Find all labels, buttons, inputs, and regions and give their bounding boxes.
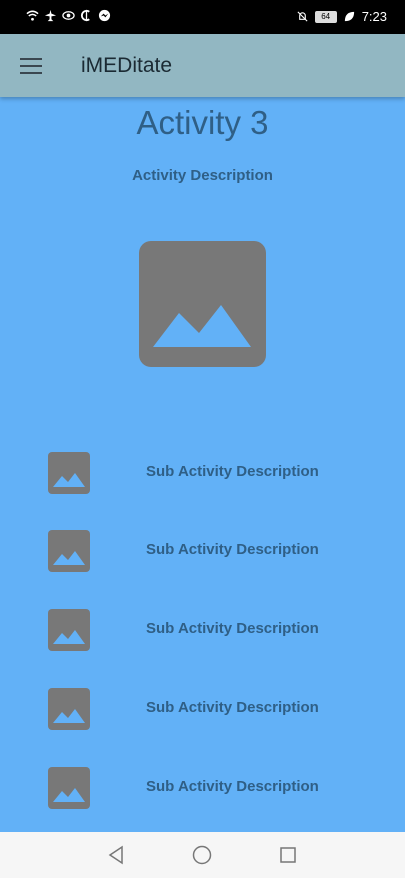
image-placeholder-icon xyxy=(53,709,85,723)
eye-icon xyxy=(62,11,75,20)
activity-description: Activity Description xyxy=(132,167,273,184)
image-placeholder-icon xyxy=(53,473,85,487)
sub-activity-thumbnail xyxy=(48,688,90,730)
list-item[interactable]: Sub Activity Description xyxy=(0,609,405,653)
sub-activity-thumbnail xyxy=(48,452,90,494)
hamburger-icon[interactable] xyxy=(20,56,44,76)
recents-square-icon[interactable] xyxy=(277,844,299,866)
airplane-icon xyxy=(44,9,57,22)
mute-icon xyxy=(297,11,308,22)
list-item[interactable]: Sub Activity Description xyxy=(0,688,405,732)
status-bar: 64 7:23 xyxy=(0,0,405,34)
back-triangle-icon[interactable] xyxy=(105,844,127,866)
status-left-icons xyxy=(26,9,111,22)
status-right-icons: 64 7:23 xyxy=(296,9,387,24)
messenger-icon xyxy=(98,9,111,22)
list-item[interactable]: Sub Activity Description xyxy=(0,452,405,496)
activity-image xyxy=(139,241,266,367)
currency-icon xyxy=(80,9,90,22)
sub-activity-label: Sub Activity Description xyxy=(146,778,319,795)
home-circle-icon[interactable] xyxy=(191,844,213,866)
image-placeholder-icon xyxy=(153,305,251,347)
image-placeholder-icon xyxy=(53,630,85,644)
sub-activity-label: Sub Activity Description xyxy=(146,620,319,637)
sub-activity-label: Sub Activity Description xyxy=(146,699,319,716)
sub-activity-thumbnail xyxy=(48,530,90,572)
sub-activity-thumbnail xyxy=(48,767,90,809)
page-title: Activity 3 xyxy=(136,104,269,141)
list-item[interactable]: Sub Activity Description xyxy=(0,530,405,574)
app-title: iMEDitate xyxy=(81,54,173,77)
list-item[interactable]: Sub Activity Description xyxy=(0,767,405,811)
app-bar: iMEDitate xyxy=(0,34,405,97)
sub-activity-label: Sub Activity Description xyxy=(146,463,319,480)
navigation-bar xyxy=(0,832,405,878)
battery-icon: 64 xyxy=(314,10,337,23)
image-placeholder-icon xyxy=(53,788,85,802)
sub-activity-thumbnail xyxy=(48,609,90,651)
sub-activity-label: Sub Activity Description xyxy=(146,541,319,558)
leaf-icon xyxy=(344,11,354,22)
image-placeholder-icon xyxy=(53,551,85,565)
status-time: 7:23 xyxy=(361,9,387,24)
wifi-icon xyxy=(26,10,39,21)
